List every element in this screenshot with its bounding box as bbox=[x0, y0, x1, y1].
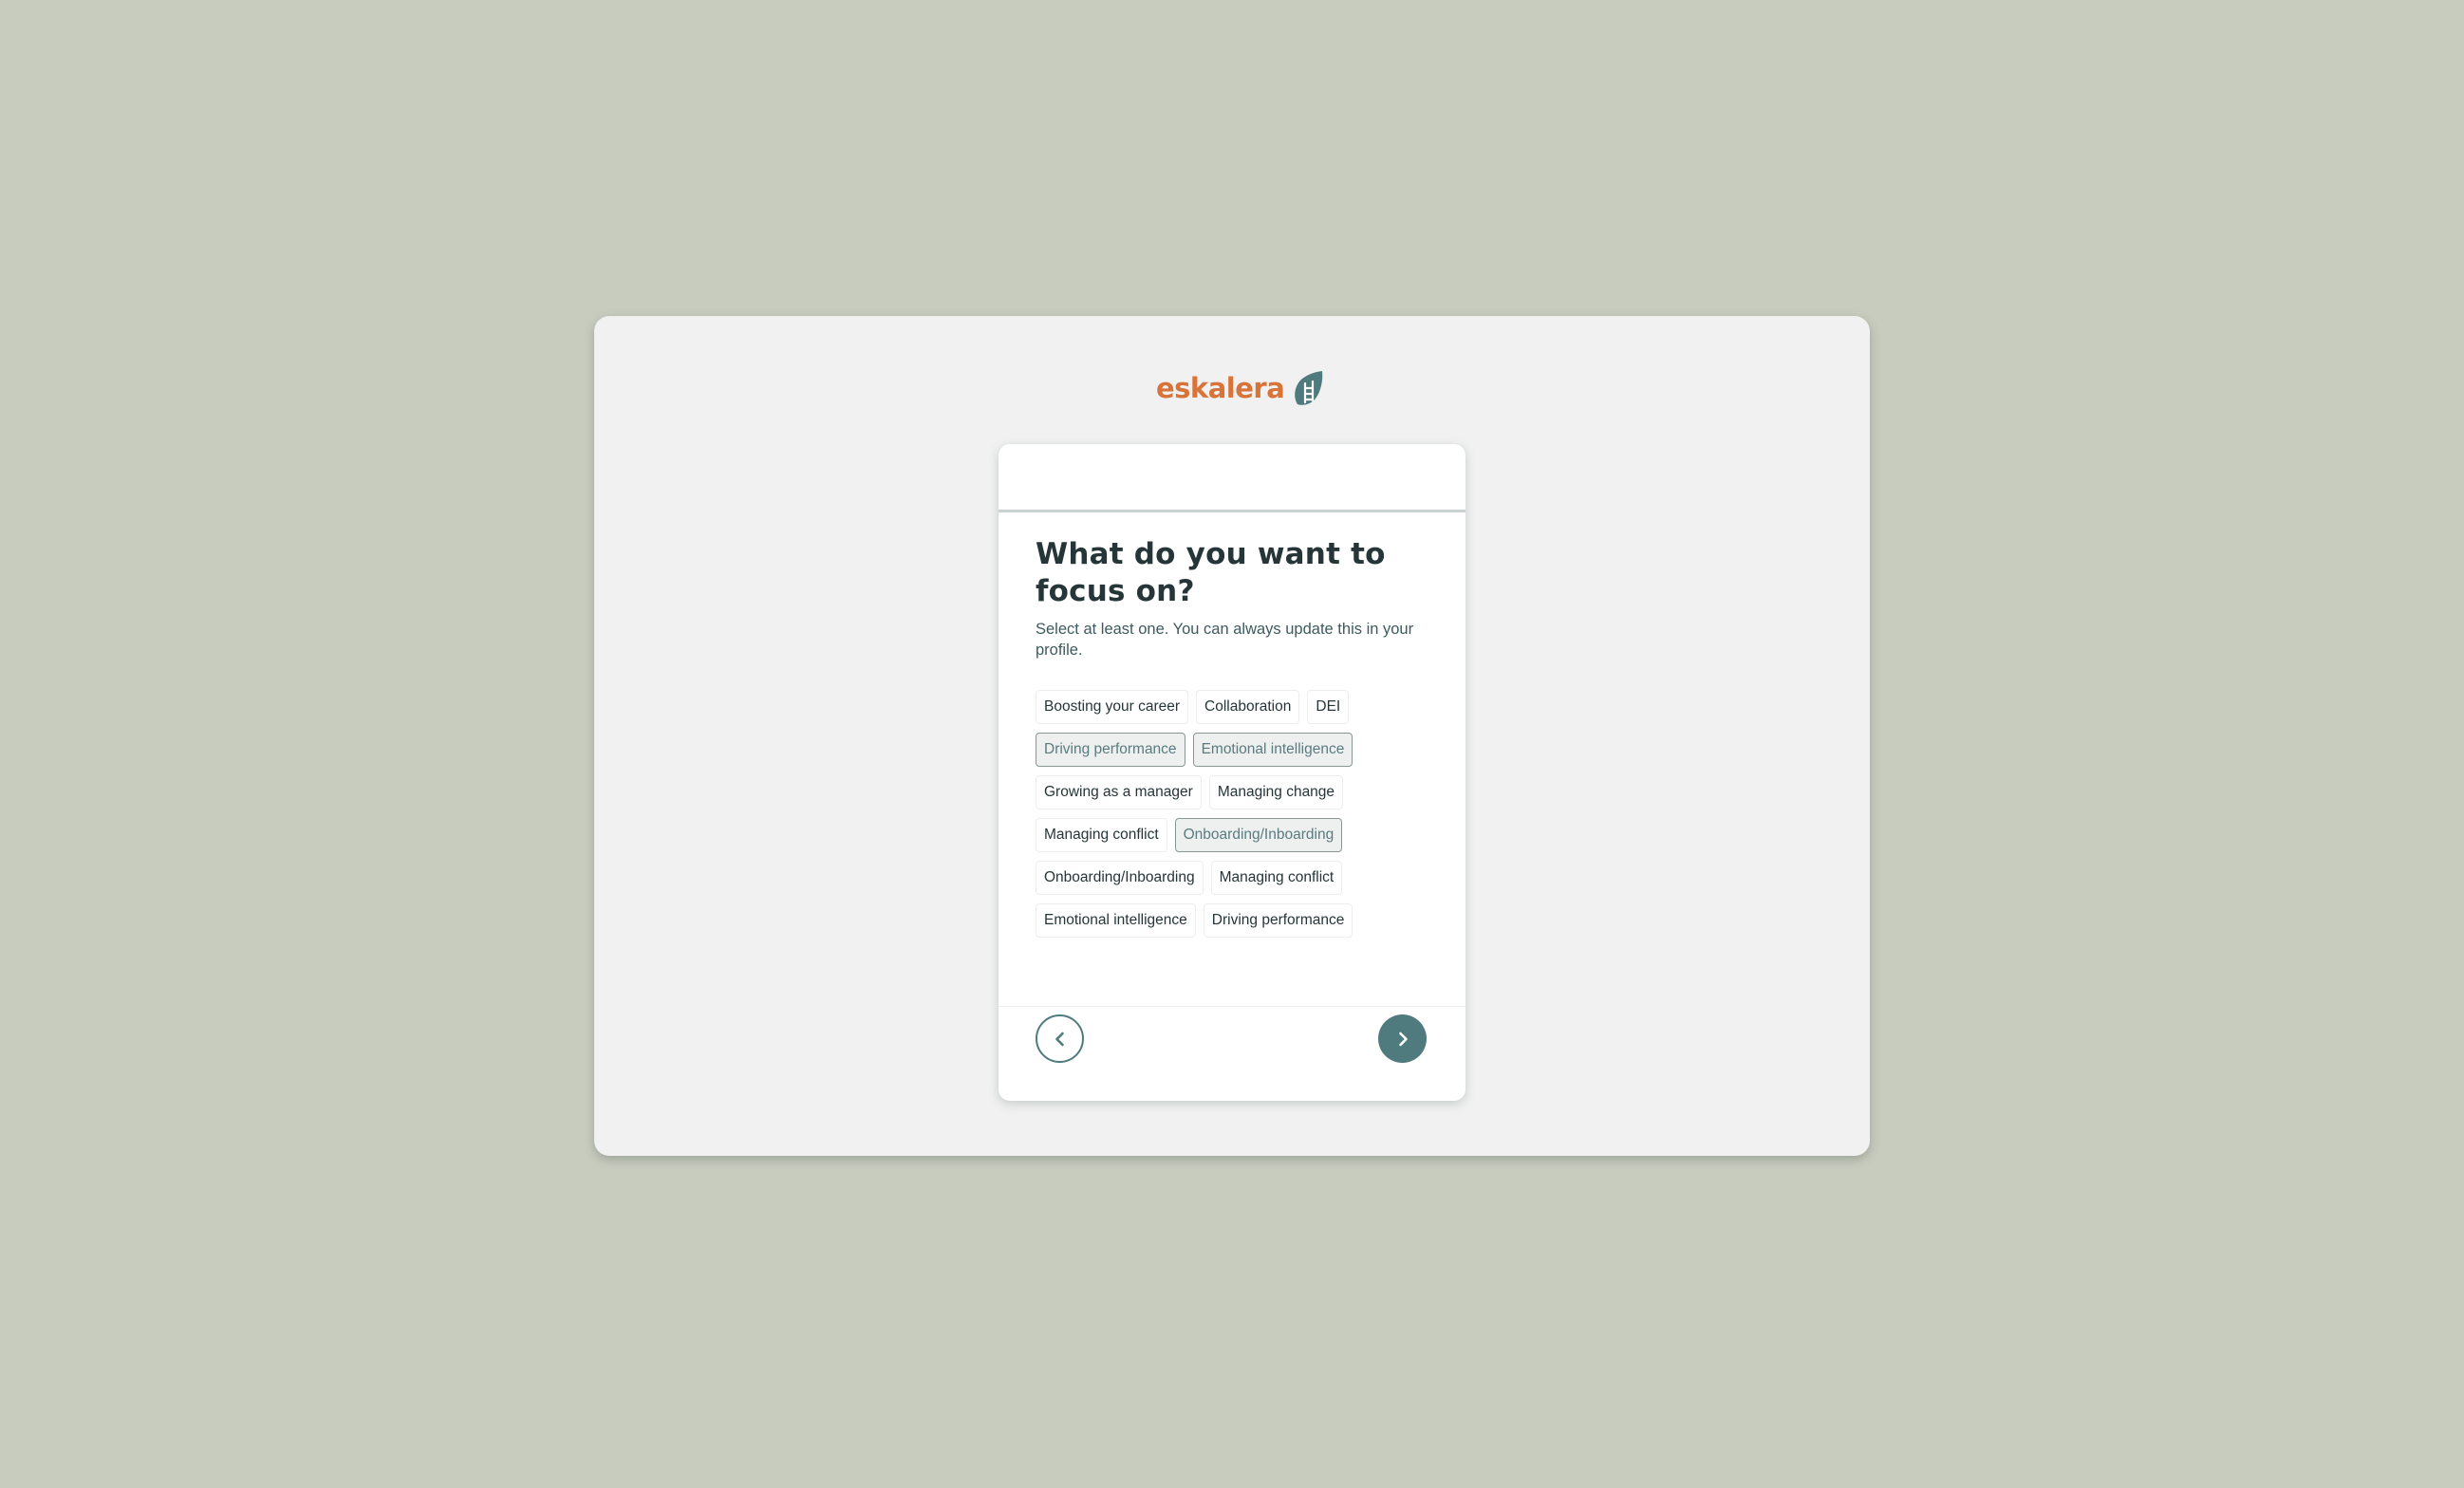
card-body: What do you want to focus on? Select at … bbox=[999, 512, 1465, 938]
topic-chip-label: Onboarding/Inboarding bbox=[1044, 869, 1195, 885]
topic-chip-label: Boosting your career bbox=[1044, 698, 1181, 715]
topic-chip-label: Managing conflict bbox=[1219, 869, 1335, 885]
topic-chip[interactable]: Growing as a manager bbox=[1036, 775, 1202, 809]
topic-chip[interactable]: Managing conflict bbox=[1210, 861, 1343, 895]
brand-wordmark: eskalera bbox=[1156, 371, 1285, 404]
leaf-ladder-icon bbox=[1295, 371, 1323, 405]
focus-selection-card: What do you want to focus on? Select at … bbox=[999, 444, 1465, 1101]
topic-chip[interactable]: Onboarding/Inboarding bbox=[1036, 861, 1204, 895]
topic-chip[interactable]: Onboarding/Inboarding bbox=[1174, 818, 1343, 852]
chevron-right-icon bbox=[1398, 1032, 1408, 1046]
topic-chip-list: Boosting your career Collaboration DEI D… bbox=[1036, 690, 1434, 938]
topic-chip-label: Managing conflict bbox=[1044, 827, 1159, 843]
topic-chip-label: Collaboration bbox=[1204, 698, 1292, 715]
topic-chip-label: Driving performance bbox=[1044, 741, 1177, 757]
topic-chip[interactable]: Driving performance bbox=[1036, 733, 1185, 767]
topic-chip-label: Growing as a manager bbox=[1044, 784, 1193, 800]
chevron-left-icon bbox=[1055, 1032, 1064, 1046]
topic-chip[interactable]: DEI bbox=[1307, 690, 1350, 724]
card-header bbox=[999, 444, 1465, 512]
back-button[interactable] bbox=[1036, 1014, 1084, 1063]
topic-chip[interactable]: Emotional intelligence bbox=[1036, 903, 1196, 938]
topic-chip-label: Emotional intelligence bbox=[1044, 912, 1187, 928]
topic-chip[interactable]: Collaboration bbox=[1196, 690, 1300, 724]
topic-chip[interactable]: Emotional intelligence bbox=[1192, 733, 1353, 767]
topic-chip-label: DEI bbox=[1316, 698, 1341, 715]
card-footer bbox=[999, 1006, 1465, 1101]
topic-chip[interactable]: Managing change bbox=[1208, 775, 1344, 809]
topic-chip[interactable]: Managing conflict bbox=[1036, 818, 1167, 852]
topic-chip-label: Driving performance bbox=[1211, 912, 1345, 928]
page-subtitle: Select at least one. You can always upda… bbox=[1036, 621, 1414, 659]
topic-chip[interactable]: Boosting your career bbox=[1036, 690, 1189, 724]
topic-chip-label: Emotional intelligence bbox=[1201, 741, 1345, 757]
next-button[interactable] bbox=[1378, 1014, 1427, 1063]
topic-chip[interactable]: Driving performance bbox=[1203, 903, 1353, 938]
topic-chip-label: Managing change bbox=[1217, 784, 1335, 800]
brand-logo: eskalera bbox=[1156, 366, 1324, 410]
page-title: What do you want to focus on? bbox=[1036, 537, 1386, 608]
topic-chip-label: Onboarding/Inboarding bbox=[1183, 827, 1335, 843]
